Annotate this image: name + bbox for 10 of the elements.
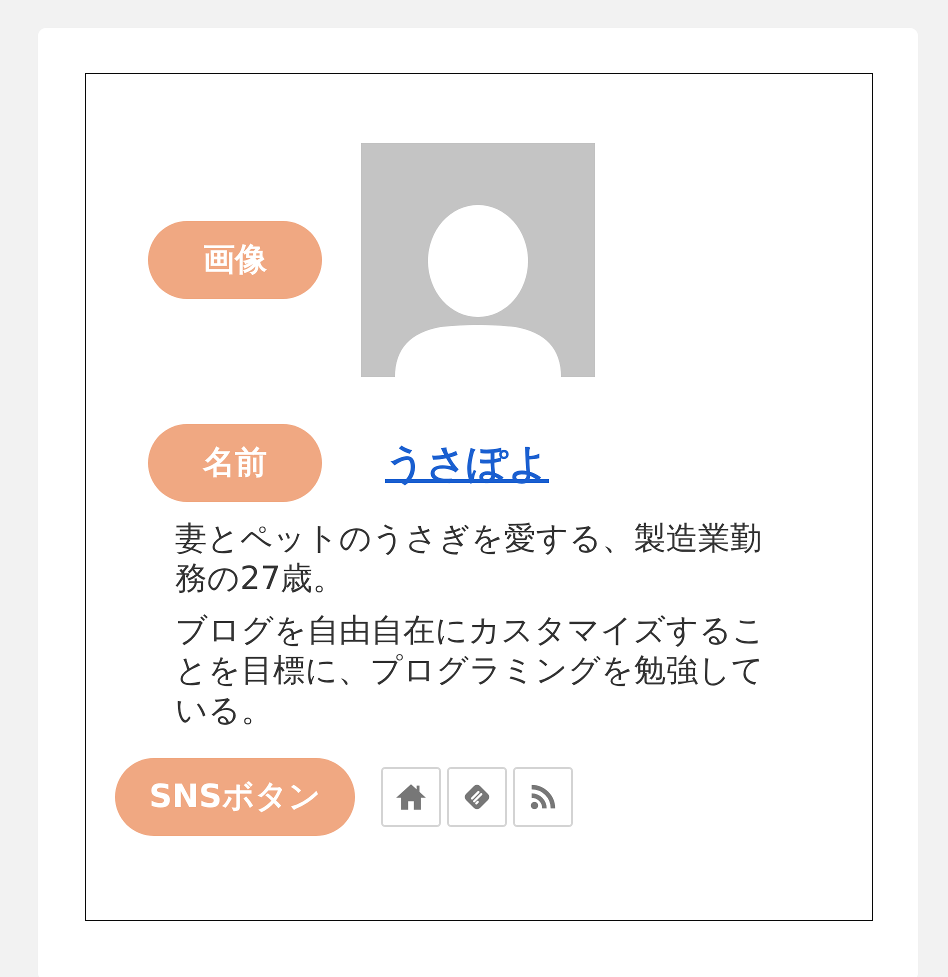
feedly-button[interactable]	[447, 767, 507, 827]
bio-text: 妻とペットのうさぎを愛する、製造業勤務の27歳。	[175, 518, 763, 598]
avatar-icon	[361, 143, 595, 377]
annotation-label: SNSボタン	[115, 758, 355, 836]
annotation-label: 名前	[148, 424, 322, 502]
profile-name-link[interactable]: うさぽよ	[385, 436, 549, 490]
rss-button[interactable]	[513, 767, 573, 827]
home-button[interactable]	[381, 767, 441, 827]
bio-text: ブログを自由自在にカスタマイズすることを目標に、プログラミングを勉強している。	[175, 610, 766, 730]
annotation-label: 画像	[148, 221, 322, 299]
